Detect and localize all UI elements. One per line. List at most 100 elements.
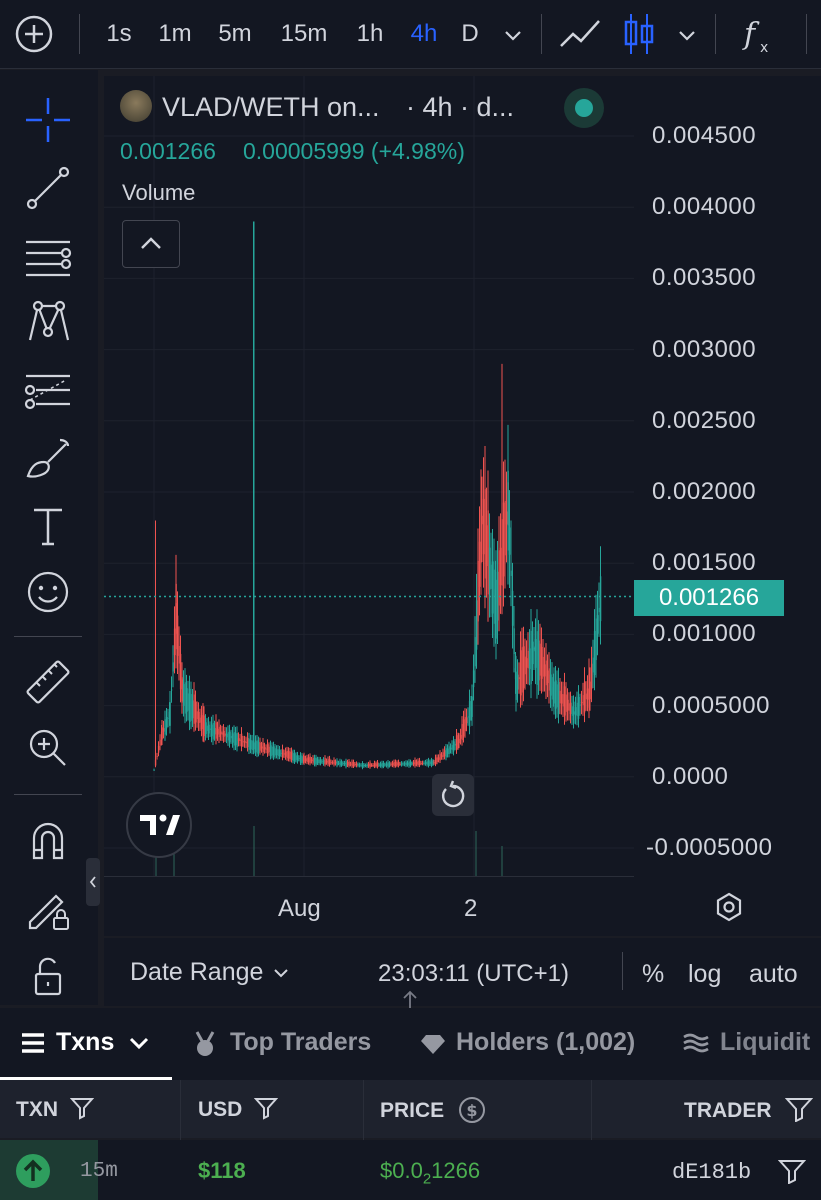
filter-icon[interactable] [778, 1158, 806, 1184]
interval-4h[interactable]: 4h [404, 14, 444, 54]
line-chart-icon[interactable] [558, 14, 604, 54]
table-header: TXN USD PRICE $ TRADER [0, 1080, 821, 1138]
tab-liquidity[interactable]: Liquidit [682, 1008, 821, 1080]
crosshair-icon[interactable] [22, 94, 74, 146]
waves-icon [683, 1033, 709, 1053]
unlock-icon[interactable] [22, 948, 74, 1000]
filter-icon[interactable] [253, 1096, 279, 1120]
drawing-toolbar [0, 70, 98, 1005]
price-change: 0.00005999 (+4.98%) [243, 138, 465, 164]
indicators-fx-icon[interactable]: fx [740, 14, 780, 56]
collapse-legend-button[interactable] [122, 220, 180, 268]
y-tick-label: -0.0005000 [646, 834, 773, 861]
trend-line-icon[interactable] [22, 162, 74, 214]
txn-trader[interactable]: dE181b [672, 1160, 751, 1185]
time-axis[interactable]: Aug 2 [104, 876, 634, 937]
y-tick-label: 0.002000 [652, 478, 757, 505]
svg-text:f: f [742, 17, 760, 52]
auto-toggle[interactable]: auto [749, 960, 798, 989]
chevron-down-icon[interactable] [500, 22, 526, 48]
tab-txns[interactable]: Txns [0, 1008, 172, 1080]
y-tick-label: 0.003500 [652, 264, 757, 292]
interval-d[interactable]: D [456, 14, 484, 54]
tab-holders-label: Holders (1,002) [456, 1028, 636, 1056]
header-usd[interactable]: USD [198, 1096, 279, 1122]
tabs-bar: Txns Top Traders Holders (1,002) Liquidi… [0, 1008, 821, 1080]
y-tick-label: 0.0005000 [652, 691, 770, 719]
top-toolbar: 1s 1m 5m 15m 1h 4h D fx [0, 0, 821, 69]
candles-chart-icon[interactable] [622, 12, 656, 56]
y-tick-label: 0.003000 [652, 335, 757, 363]
y-tick-label: 0.004500 [652, 122, 757, 149]
interval-1m[interactable]: 1m [152, 14, 198, 54]
medal-icon [195, 1031, 215, 1056]
lock-drawings-icon[interactable] [22, 882, 74, 934]
settings-icon[interactable] [712, 890, 746, 924]
interval-5m[interactable]: 5m [212, 14, 258, 54]
txn-price: $0.021266 [380, 1158, 480, 1187]
horizontal-lines-icon[interactable] [22, 232, 74, 284]
tradingview-logo[interactable] [126, 792, 192, 858]
price-tag: 0.001266 [634, 580, 784, 616]
ruler-icon[interactable] [22, 656, 74, 708]
svg-text:x: x [760, 40, 768, 56]
percent-toggle[interactable]: % [642, 960, 664, 989]
tab-holders[interactable]: Holders (1,002) [420, 1008, 650, 1080]
filter-icon[interactable] [69, 1096, 95, 1120]
tab-top-traders[interactable]: Top Traders [192, 1008, 392, 1080]
tab-top-traders-label: Top Traders [230, 1028, 372, 1056]
table-row[interactable]: 15m $118 $0.021266 dE181b [0, 1140, 821, 1200]
brush-icon[interactable] [22, 434, 74, 486]
filter-icon[interactable] [785, 1096, 814, 1123]
header-price[interactable]: PRICE $ [380, 1096, 486, 1124]
interval-label: · 4h · d... [406, 92, 515, 122]
tab-liquidity-label: Liquidit [720, 1028, 811, 1056]
fib-retracement-icon[interactable] [22, 364, 74, 416]
interval-15m[interactable]: 15m [274, 14, 334, 54]
last-price: 0.001266 [120, 138, 216, 164]
chevron-down-icon [129, 1037, 149, 1050]
symbol-avatar [120, 90, 152, 122]
pattern-icon[interactable] [22, 296, 74, 348]
header-trader-label: TRADER [684, 1099, 772, 1122]
dollar-circle-icon[interactable]: $ [458, 1096, 486, 1124]
collapse-toolbar-handle[interactable] [86, 858, 100, 906]
list-icon [22, 1033, 44, 1053]
txn-age: 15m [80, 1160, 118, 1183]
header-price-label: PRICE [380, 1099, 445, 1122]
text-icon[interactable] [22, 500, 74, 552]
x-label-2: 2 [464, 895, 478, 922]
interval-1h[interactable]: 1h [350, 14, 390, 54]
reset-icon [441, 780, 465, 808]
chart-bottom-bar: Date Range 23:03:11 (UTC+1) % log auto [104, 938, 821, 1006]
y-tick-label: 0.004000 [652, 193, 757, 221]
magnet-icon[interactable] [22, 814, 74, 866]
tab-txns-label: Txns [56, 1028, 115, 1056]
symbol-title[interactable]: VLAD/WETH on... [162, 92, 380, 123]
interval-1s[interactable]: 1s [100, 14, 138, 54]
add-symbol-icon[interactable] [14, 14, 54, 54]
chevron-down-icon[interactable] [674, 22, 700, 48]
emoji-icon[interactable] [22, 566, 74, 618]
date-range-button[interactable]: Date Range [130, 958, 292, 987]
svg-text:$: $ [466, 1101, 477, 1120]
clock-time[interactable]: 23:03:11 (UTC+1) [378, 960, 569, 988]
y-tick-label: 0.001500 [652, 549, 757, 577]
market-status-icon[interactable] [564, 88, 604, 128]
y-tick-label: 0.002500 [652, 406, 757, 434]
price-axis[interactable]: 0.004500 0.004000 0.003500 0.003000 0.002500… [634, 76, 821, 936]
txn-price-rest: 1266 [431, 1158, 481, 1183]
chart-pane[interactable]: VLAD/WETH on... · 4h · d... 0.001266 0.0… [104, 76, 821, 936]
log-toggle[interactable]: log [688, 960, 721, 989]
header-txn[interactable]: TXN [16, 1096, 95, 1122]
chevron-up-icon [141, 237, 161, 249]
reset-chart-button[interactable] [432, 774, 474, 816]
diamond-icon [421, 1035, 445, 1054]
header-trader[interactable]: TRADER [684, 1096, 814, 1123]
x-label-aug: Aug [278, 895, 321, 922]
txn-usd: $118 [198, 1158, 246, 1183]
date-range-label: Date Range [130, 958, 264, 986]
zoom-in-icon[interactable] [22, 722, 74, 774]
arrow-up-icon [16, 1154, 50, 1188]
volume-label: Volume [122, 180, 196, 205]
